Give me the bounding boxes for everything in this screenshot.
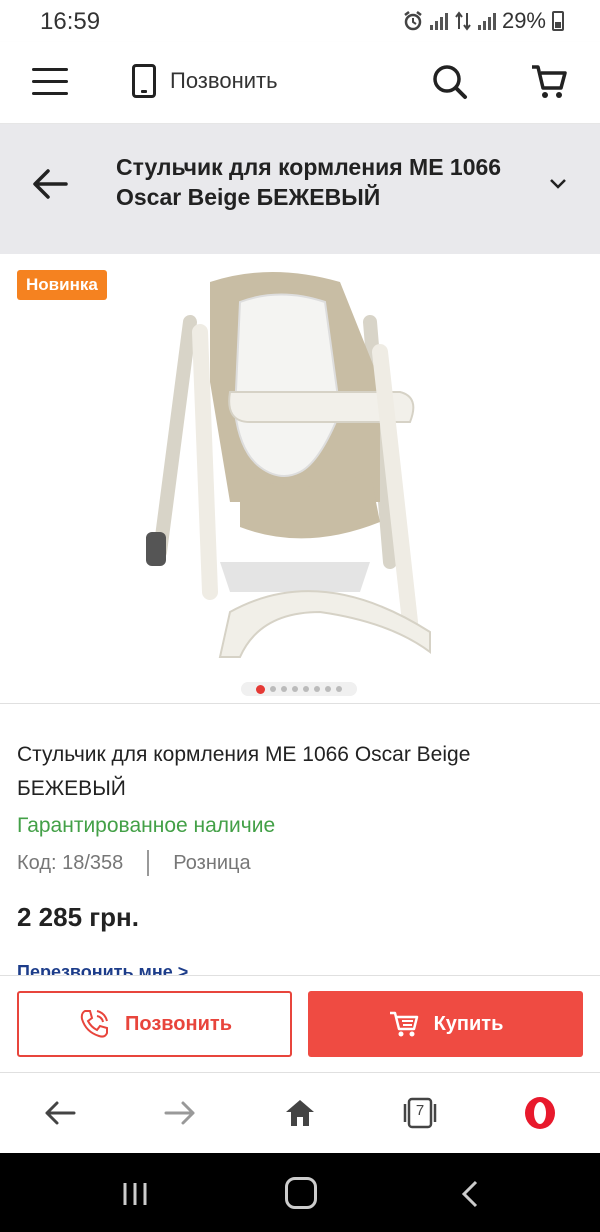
sale-type: Розница (173, 851, 251, 874)
buy-button[interactable]: Купить (308, 991, 583, 1057)
product-code: Код: 18/358 (17, 851, 124, 874)
phone-icon (132, 64, 156, 98)
site-header: Позвонить (0, 42, 600, 124)
callback-link[interactable]: Перезвонить мне > (17, 962, 417, 976)
product-image[interactable] (130, 262, 470, 682)
alarm-icon (404, 11, 422, 31)
cart-buy-icon (389, 1011, 418, 1037)
cart-icon[interactable] (530, 62, 568, 100)
header-call-label: Позвонить (170, 68, 278, 93)
signal-icon (429, 12, 448, 30)
product-gallery[interactable]: Новинка (0, 254, 600, 704)
gallery-pagination[interactable] (241, 682, 357, 696)
status-bar: 16:59 29% (0, 0, 600, 42)
buy-button-label: Купить (433, 1012, 504, 1035)
product-meta: Код: 18/358 Розница (17, 850, 251, 876)
opera-icon[interactable] (522, 1095, 558, 1131)
call-button[interactable]: Позвонить (17, 991, 292, 1057)
tabs-icon[interactable]: 7 (402, 1095, 438, 1131)
data-arrows-icon (455, 11, 471, 31)
new-badge: Новинка (17, 270, 107, 300)
divider (147, 850, 150, 876)
menu-icon[interactable] (32, 68, 68, 98)
product-name: Стульчик для кормления ME 1066 Oscar Bei… (17, 743, 471, 800)
header-call-button[interactable]: Позвонить (132, 64, 278, 98)
chevron-down-icon[interactable] (546, 174, 570, 192)
recent-apps-icon[interactable] (120, 1181, 150, 1207)
status-time: 16:59 (40, 8, 101, 35)
browser-forward-icon[interactable] (162, 1095, 198, 1131)
signal-icon (477, 12, 496, 30)
product-price: 2 285 грн. (17, 902, 139, 932)
page-title: Стульчик для кормления ME 1066 Oscar Bei… (116, 154, 502, 210)
tabs-count: 7 (415, 1102, 425, 1119)
availability-status: Гарантированное наличие (17, 814, 276, 837)
phone-call-icon (80, 1010, 108, 1038)
product-title-bar: Стульчик для кормления ME 1066 Oscar Bei… (0, 124, 600, 254)
action-bar: Позвонить Купить (0, 975, 600, 1073)
system-navigation-bar (0, 1153, 600, 1232)
home-icon[interactable] (282, 1095, 318, 1131)
search-icon[interactable] (432, 64, 468, 100)
battery-icon (552, 11, 564, 31)
system-home-icon[interactable] (285, 1177, 317, 1209)
status-icons: 29% (402, 8, 564, 34)
battery-percent: 29% (501, 8, 546, 33)
browser-back-icon[interactable] (42, 1095, 78, 1131)
browser-toolbar: 7 (0, 1073, 600, 1153)
system-back-icon[interactable] (458, 1179, 482, 1209)
call-button-label: Позвонить (125, 1012, 232, 1035)
back-arrow-icon[interactable] (30, 164, 70, 204)
